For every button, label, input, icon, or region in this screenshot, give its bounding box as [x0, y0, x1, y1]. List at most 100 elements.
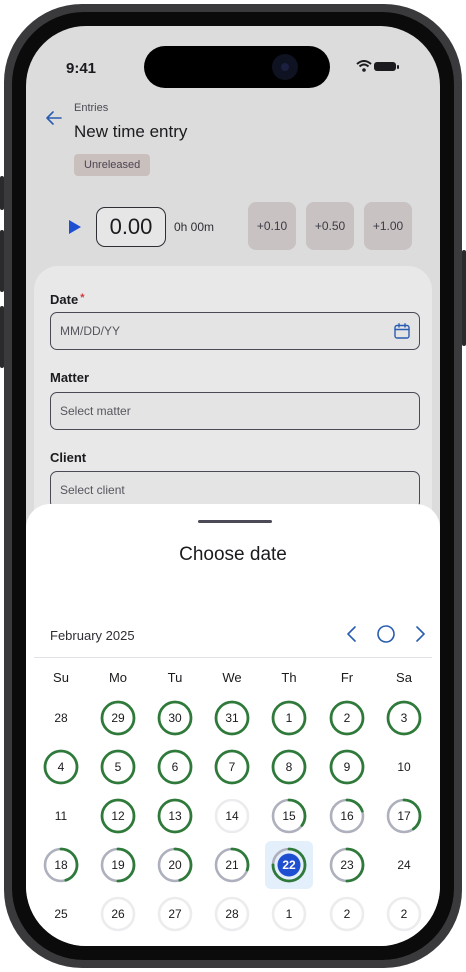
day-number: 6: [171, 760, 179, 774]
status-badge: Unreleased: [74, 154, 151, 176]
day-number: 8: [285, 760, 293, 774]
date-placeholder: MM/DD/YY: [60, 324, 120, 338]
weekday-label: Tu: [167, 670, 183, 685]
dynamic-island: [144, 46, 330, 88]
calendar-divider: [34, 657, 432, 658]
volume-up-button: [0, 230, 4, 292]
calendar-day[interactable]: 5: [98, 747, 138, 787]
calendar-day[interactable]: 19: [98, 845, 138, 885]
volume-down-button: [0, 306, 4, 368]
client-label: Client: [50, 450, 87, 465]
back-arrow-icon[interactable]: [44, 108, 64, 128]
increment-button-0-50[interactable]: +0.50: [306, 202, 354, 250]
calendar-day[interactable]: 4: [41, 747, 81, 787]
calendar-day[interactable]: 28: [212, 894, 252, 934]
day-number: 21: [225, 858, 239, 872]
weekday-label: Mo: [108, 670, 128, 685]
date-field[interactable]: MM/DD/YY: [50, 312, 420, 350]
increment-button-1-00[interactable]: +1.00: [364, 202, 412, 250]
action-button: [0, 176, 4, 210]
day-number: 4: [57, 760, 65, 774]
calendar-day[interactable]: 18: [41, 845, 81, 885]
calendar-day[interactable]: 12: [98, 796, 138, 836]
day-number: 9: [343, 760, 351, 774]
client-placeholder: Select client: [60, 483, 125, 497]
day-number: 2: [400, 907, 408, 921]
calendar-day[interactable]: 21: [212, 845, 252, 885]
day-number: 22: [282, 858, 296, 872]
calendar-day[interactable]: 7: [212, 747, 252, 787]
wifi-icon: [356, 60, 372, 72]
day-number: 17: [397, 809, 411, 823]
calendar-day[interactable]: 17: [384, 796, 424, 836]
month-label: February 2025: [50, 628, 135, 643]
calendar-day[interactable]: 3: [384, 698, 424, 738]
status-bar: 9:41: [26, 26, 440, 88]
calendar-day[interactable]: 31: [212, 698, 252, 738]
day-number: 13: [168, 809, 182, 823]
calendar-day[interactable]: 9: [327, 747, 367, 787]
day-number: 14: [225, 809, 239, 823]
chevron-right-icon[interactable]: [410, 624, 430, 644]
day-number: 28: [225, 907, 239, 921]
weekday-label: Fr: [340, 670, 354, 685]
day-number: 2: [343, 711, 351, 725]
calendar-day[interactable]: 16: [327, 796, 367, 836]
breadcrumb-entries[interactable]: Entries: [74, 102, 108, 114]
day-number: 12: [111, 809, 125, 823]
calendar-day[interactable]: 1: [269, 698, 309, 738]
day-number: 10: [397, 760, 411, 774]
timer-value[interactable]: 0.00: [96, 207, 166, 247]
calendar-day[interactable]: 14: [212, 796, 252, 836]
day-number: 26: [111, 907, 125, 921]
play-icon[interactable]: [68, 220, 82, 234]
day-number: 3: [400, 711, 408, 725]
day-number: 24: [397, 858, 411, 872]
page-title: New time entry: [74, 122, 188, 141]
app-screen: 9:41 Entries New time entry Unreleased 0…: [26, 26, 440, 946]
day-number: 18: [54, 858, 68, 872]
calendar-day[interactable]: 27: [155, 894, 195, 934]
day-number: 23: [340, 858, 354, 872]
calendar-day[interactable]: 24: [384, 845, 424, 885]
weekday-label: We: [222, 670, 242, 685]
day-number: 1: [285, 711, 293, 725]
day-number: 11: [54, 809, 68, 823]
day-number: 30: [168, 711, 182, 725]
calendar-day[interactable]: 8: [269, 747, 309, 787]
calendar-day[interactable]: 1: [269, 894, 309, 934]
weekday-label: Th: [281, 670, 297, 685]
calendar-day[interactable]: 11: [41, 796, 81, 836]
calendar-day[interactable]: 22: [265, 841, 313, 889]
calendar-day[interactable]: 2: [327, 894, 367, 934]
calendar-day[interactable]: 20: [155, 845, 195, 885]
calendar-day[interactable]: 30: [155, 698, 195, 738]
calendar-day[interactable]: 25: [41, 894, 81, 934]
calendar-day[interactable]: 29: [98, 698, 138, 738]
sheet-title: Choose date: [179, 544, 287, 565]
calendar-day[interactable]: 23: [327, 845, 367, 885]
day-number: 5: [114, 760, 122, 774]
increment-button-0-10[interactable]: +0.10: [248, 202, 296, 250]
calendar-day[interactable]: 26: [98, 894, 138, 934]
timer-duration: 0h 00m: [174, 220, 215, 234]
calendar-day[interactable]: 2: [384, 894, 424, 934]
day-number: 27: [168, 907, 182, 921]
calendar-day[interactable]: 15: [269, 796, 309, 836]
matter-field[interactable]: Select matter: [50, 392, 420, 430]
day-number: 15: [282, 809, 296, 823]
chevron-left-icon[interactable]: [342, 624, 362, 644]
weekday-label: Su: [53, 670, 69, 685]
power-button: [462, 250, 466, 346]
today-circle-icon[interactable]: [376, 624, 396, 644]
calendar-day[interactable]: 13: [155, 796, 195, 836]
day-number: 7: [228, 760, 236, 774]
calendar-day[interactable]: 6: [155, 747, 195, 787]
calendar-day[interactable]: 10: [384, 747, 424, 787]
day-number: 1: [285, 907, 293, 921]
day-number: 31: [225, 711, 239, 725]
sheet-grabber[interactable]: [198, 520, 272, 523]
calendar-icon[interactable]: [393, 322, 411, 340]
calendar-day[interactable]: 28: [41, 698, 81, 738]
calendar-day[interactable]: 2: [327, 698, 367, 738]
